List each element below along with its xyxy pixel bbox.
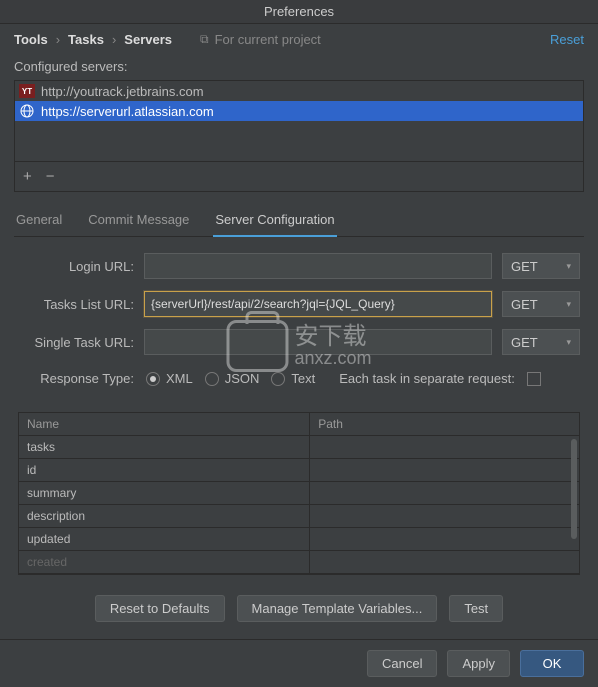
tasks-list-url-input[interactable] <box>144 291 492 317</box>
ok-button[interactable]: OK <box>520 650 584 677</box>
apply-button[interactable]: Apply <box>447 650 510 677</box>
response-fields-table: Name Path tasks id summary description u… <box>18 412 580 575</box>
server-url: http://youtrack.jetbrains.com <box>41 84 204 99</box>
response-type-xml-radio[interactable] <box>146 372 160 386</box>
globe-icon <box>19 104 35 118</box>
youtrack-icon: YT <box>19 84 35 98</box>
tasks-list-url-label: Tasks List URL: <box>18 297 134 312</box>
response-type-xml-label: XML <box>166 371 193 386</box>
table-row[interactable]: created <box>19 551 579 574</box>
project-scope-icon: ⧉ <box>200 32 209 47</box>
config-tabs: General Commit Message Server Configurat… <box>14 206 584 237</box>
manage-template-variables-button[interactable]: Manage Template Variables... <box>237 595 438 622</box>
table-row[interactable]: updated <box>19 528 579 551</box>
response-type-json-radio[interactable] <box>205 372 219 386</box>
login-url-label: Login URL: <box>18 259 134 274</box>
add-server-button[interactable]: + <box>23 168 32 185</box>
each-task-checkbox[interactable] <box>527 372 541 386</box>
login-url-input[interactable] <box>144 253 492 279</box>
server-list-toolbar: + − <box>15 161 583 191</box>
server-list: YT http://youtrack.jetbrains.com https:/… <box>14 80 584 192</box>
tab-commit-message[interactable]: Commit Message <box>86 206 191 236</box>
tab-general[interactable]: General <box>14 206 64 236</box>
reset-link[interactable]: Reset <box>550 32 584 47</box>
breadcrumb-item-tasks[interactable]: Tasks <box>68 32 104 47</box>
table-row[interactable]: description <box>19 505 579 528</box>
dialog-footer: Cancel Apply OK <box>0 639 598 687</box>
server-row-youtrack[interactable]: YT http://youtrack.jetbrains.com <box>15 81 583 101</box>
reset-to-defaults-button[interactable]: Reset to Defaults <box>95 595 225 622</box>
breadcrumb-sep: › <box>56 32 60 47</box>
each-task-label: Each task in separate request: <box>339 371 515 386</box>
window-title: Preferences <box>0 0 598 24</box>
breadcrumb-item-servers[interactable]: Servers <box>124 32 172 47</box>
chevron-down-icon: ▾ <box>566 261 571 272</box>
cancel-button[interactable]: Cancel <box>367 650 437 677</box>
single-task-url-method-select[interactable]: GET ▾ <box>502 329 580 355</box>
table-header-name[interactable]: Name <box>19 413 310 435</box>
tab-server-configuration[interactable]: Server Configuration <box>213 206 336 237</box>
test-button[interactable]: Test <box>449 595 503 622</box>
response-type-text-radio[interactable] <box>271 372 285 386</box>
table-row[interactable]: id <box>19 459 579 482</box>
single-task-url-input[interactable] <box>144 329 492 355</box>
table-row[interactable]: summary <box>19 482 579 505</box>
tasks-list-url-method-select[interactable]: GET ▾ <box>502 291 580 317</box>
login-url-method-select[interactable]: GET ▾ <box>502 253 580 279</box>
breadcrumb-sep: › <box>112 32 116 47</box>
remove-server-button[interactable]: − <box>46 168 55 185</box>
server-url: https://serverurl.atlassian.com <box>41 104 214 119</box>
breadcrumb: Tools › Tasks › Servers ⧉ For current pr… <box>0 24 598 55</box>
single-task-url-label: Single Task URL: <box>18 335 134 350</box>
chevron-down-icon: ▾ <box>566 299 571 310</box>
server-config-form: Login URL: GET ▾ Tasks List URL: GET ▾ S… <box>0 237 598 406</box>
response-type-text-label: Text <box>291 371 315 386</box>
response-type-json-label: JSON <box>225 371 260 386</box>
breadcrumb-item-tools[interactable]: Tools <box>14 32 48 47</box>
table-scrollbar[interactable] <box>571 439 577 539</box>
project-scope-label: For current project <box>215 32 321 47</box>
chevron-down-icon: ▾ <box>566 337 571 348</box>
response-type-label: Response Type: <box>18 371 134 386</box>
table-row[interactable]: tasks <box>19 436 579 459</box>
server-row-atlassian[interactable]: https://serverurl.atlassian.com <box>15 101 583 121</box>
table-header-path[interactable]: Path <box>310 413 579 435</box>
configured-servers-label: Configured servers: <box>0 55 598 80</box>
